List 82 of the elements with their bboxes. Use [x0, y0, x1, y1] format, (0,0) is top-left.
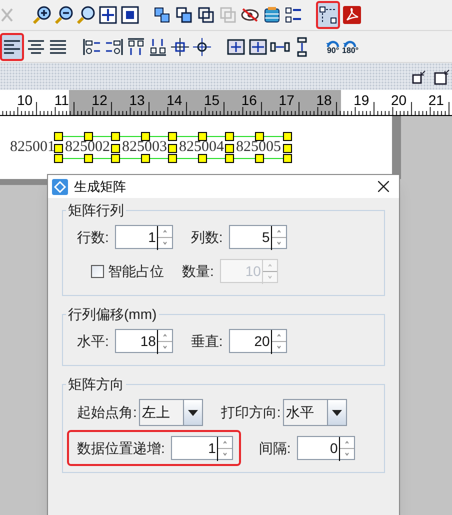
resize-handle[interactable]	[198, 154, 206, 163]
barcode-text[interactable]: 825003	[122, 136, 167, 159]
magnifier-minus-icon	[54, 5, 74, 25]
shrink-icon[interactable]	[412, 70, 426, 84]
field-label: 智能占位	[108, 262, 164, 280]
center-cross-icon	[170, 36, 190, 56]
pdf-icon	[342, 5, 362, 25]
rotate-label: 180°	[342, 46, 359, 54]
magnifier-icon	[76, 5, 96, 25]
barcode-text[interactable]: 825005	[236, 136, 281, 159]
window-title: 生成矩阵	[74, 178, 126, 196]
barcode-text[interactable]: 825002	[65, 136, 110, 159]
frame-icon	[218, 5, 238, 25]
ruler-number: 15	[204, 93, 220, 107]
spinner-field[interactable]: 18	[114, 329, 173, 353]
field-label: 行数:	[77, 228, 109, 246]
scrollbar[interactable]	[392, 116, 401, 179]
field-label: 列数:	[190, 228, 223, 246]
align-left-edge-icon	[82, 36, 102, 56]
align-bottom-icon	[148, 36, 168, 56]
overlap-squares-icon	[152, 5, 172, 25]
ruler-number: 13	[129, 93, 145, 107]
expand-icon[interactable]	[434, 68, 450, 84]
rotate-button[interactable]: 90°	[326, 32, 340, 60]
field-label: 间隔:	[258, 438, 291, 458]
field-label: 数据位置递增:	[77, 438, 165, 458]
resize-handle[interactable]	[84, 132, 92, 141]
ruler-number: 14	[166, 93, 182, 107]
fit-square-icon	[120, 5, 140, 25]
field-label: 起始点角:	[77, 403, 137, 422]
spinner-field[interactable]: 1	[114, 225, 173, 249]
fit-arrows-icon	[98, 5, 118, 25]
ruler-number: 12	[92, 93, 108, 107]
rotate-button[interactable]: 180°	[342, 32, 359, 60]
spinner-field[interactable]: 5	[228, 225, 287, 249]
align-top-icon	[126, 36, 146, 56]
close-icon[interactable]	[378, 181, 389, 192]
ruler-number: 10	[17, 93, 33, 107]
ruler-number: 19	[354, 93, 370, 107]
dropdown-arrow-icon	[188, 410, 198, 416]
field-label: 垂直:	[190, 332, 223, 350]
cabinet-icon	[262, 5, 282, 25]
ruler-number: 11	[54, 93, 69, 107]
ruler-number: 18	[316, 93, 332, 107]
toolbar-button[interactable]	[0, 32, 24, 60]
rotate-arrow-icon	[326, 38, 340, 46]
dropdown[interactable]: 水平	[282, 399, 347, 426]
group-title: 矩阵方向	[66, 374, 126, 394]
toolbar-button[interactable]	[316, 1, 340, 29]
rotate-label: 90°	[326, 46, 340, 54]
overlap-squares-icon	[174, 5, 194, 25]
magnifier-plus-icon	[32, 5, 52, 25]
checkbox[interactable]	[91, 264, 104, 278]
center-cross-icon	[192, 36, 212, 56]
resize-handle[interactable]	[254, 132, 264, 141]
spinner-field[interactable]: 0	[296, 436, 355, 460]
rotate-arrow-icon	[343, 38, 358, 46]
matrix-arrows-icon	[318, 5, 338, 25]
field-label: 数量:	[182, 262, 214, 280]
ruler-number: 20	[391, 93, 407, 107]
checklist-icon	[284, 5, 304, 25]
ruler-number: 16	[241, 93, 257, 107]
dropdown[interactable]: 左上	[138, 399, 203, 426]
field-label: 水平:	[77, 332, 109, 350]
ruler-number: 17	[278, 93, 294, 107]
resize-handle[interactable]	[198, 132, 206, 141]
resize-handle[interactable]	[140, 132, 150, 141]
field-label: 打印方向:	[220, 403, 281, 422]
align-right-edge-icon	[104, 36, 124, 56]
frame-icon	[196, 5, 216, 25]
resize-handle[interactable]	[140, 154, 150, 163]
barcode-text[interactable]: 825001	[10, 136, 55, 159]
app-icon	[52, 178, 68, 194]
height-box-icon	[248, 36, 268, 56]
resize-handle[interactable]	[254, 154, 264, 163]
width-box-icon	[226, 36, 246, 56]
ruler-number: 21	[428, 93, 444, 107]
dropdown-arrow-icon	[332, 410, 342, 416]
spinner-field[interactable]: 20	[228, 329, 287, 353]
barcode-text[interactable]: 825004	[179, 136, 224, 159]
resize-handle[interactable]	[84, 154, 92, 163]
spinner-field[interactable]: 1	[170, 436, 233, 460]
